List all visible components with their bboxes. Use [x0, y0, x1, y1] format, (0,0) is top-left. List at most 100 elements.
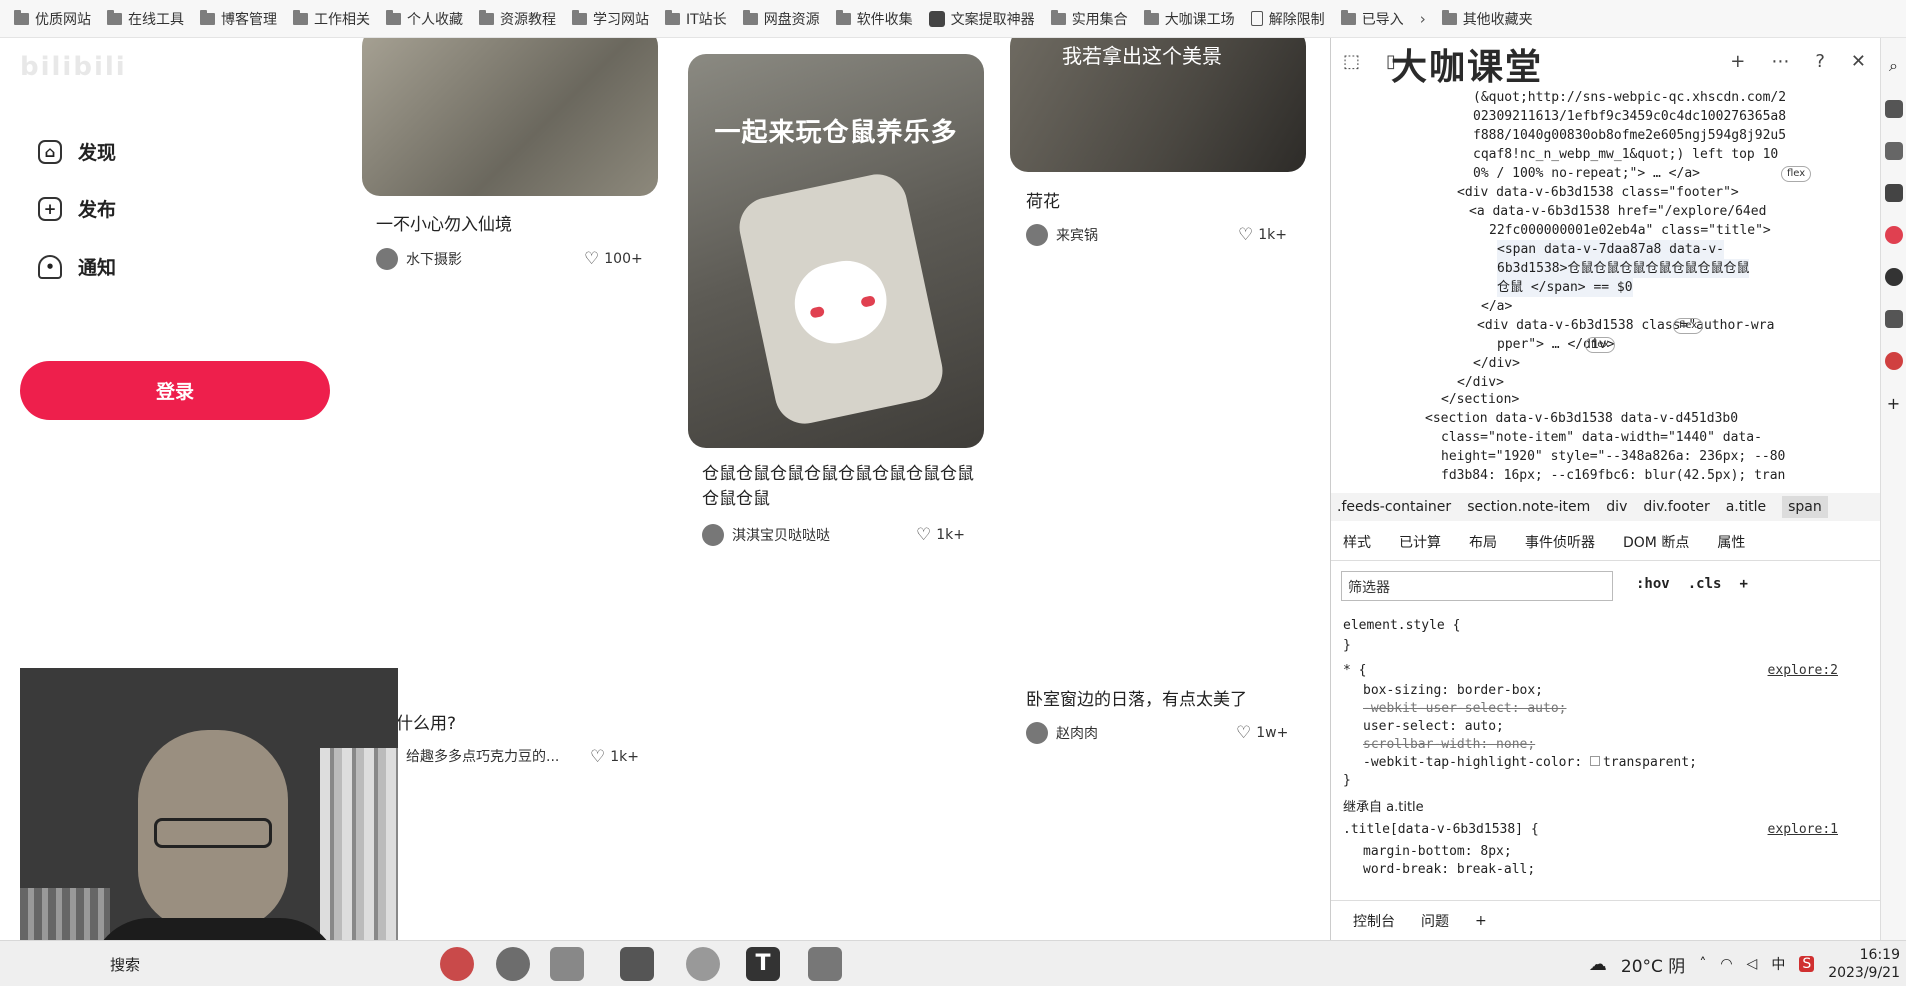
app-icon[interactable]	[1884, 100, 1903, 118]
note-cover-image[interactable]: 一起来玩仓鼠养乐多	[688, 54, 984, 448]
bookmark-item[interactable]: 文案提取神器	[921, 4, 1043, 34]
flex-badge[interactable]: flex	[1585, 337, 1616, 353]
app-icon[interactable]	[550, 947, 584, 981]
app-icon[interactable]	[440, 947, 474, 981]
like-button[interactable]: ♡ 1k+	[590, 747, 639, 767]
cls-toggle[interactable]: .cls	[1688, 576, 1722, 592]
styles-tab[interactable]: 样式	[1343, 532, 1371, 552]
bookmark-item[interactable]: 学习网站	[564, 4, 657, 34]
sidebar-item-notify[interactable]: • 通知	[38, 253, 116, 280]
css-prop[interactable]: margin-bottom: 8px;	[1363, 844, 1512, 859]
search-icon[interactable]: ⌕	[1889, 56, 1898, 76]
browser-icon[interactable]	[496, 947, 530, 981]
site-logo[interactable]: bilibili	[20, 52, 127, 82]
styles-tab[interactable]: 布局	[1469, 532, 1497, 552]
bookmark-item[interactable]: 解除限制	[1243, 4, 1333, 34]
note-title[interactable]: 仓鼠仓鼠仓鼠仓鼠仓鼠仓鼠仓鼠仓鼠仓鼠仓鼠	[702, 462, 982, 512]
styles-tab[interactable]: 事件侦听器	[1525, 532, 1595, 552]
dom-node-line[interactable]: 22fc000000001e02eb4a" class="title">	[1489, 221, 1771, 240]
dom-node-line[interactable]: 仓鼠 </span> == $0	[1497, 278, 1633, 297]
login-button[interactable]: 登录	[20, 361, 330, 420]
bookmark-item[interactable]: 资源教程	[471, 4, 564, 34]
folder-icon[interactable]	[808, 947, 842, 981]
dom-node-line[interactable]: (&quot;http://sns-webpic-qc.xhscdn.com/2	[1473, 88, 1786, 107]
new-rule-icon[interactable]: +	[1739, 576, 1747, 592]
other-bookmarks[interactable]: 其他收藏夹	[1434, 4, 1541, 34]
bookmark-item[interactable]: 在线工具	[99, 4, 192, 34]
bookmark-item[interactable]: 软件收集	[828, 4, 921, 34]
network-icon[interactable]: ◠	[1720, 956, 1732, 972]
note-cover-image[interactable]	[362, 38, 658, 196]
note-title[interactable]: 卧室窗边的日落，有点太美了	[1026, 688, 1247, 713]
add-tab-icon[interactable]: +	[1730, 51, 1745, 72]
styles-tab[interactable]: 属性	[1717, 532, 1745, 552]
dom-node-line[interactable]: <span data-v-7daa87a8 data-v-	[1497, 240, 1724, 259]
dom-node-line[interactable]: </section>	[1441, 390, 1519, 409]
css-selector[interactable]: element.style {	[1343, 618, 1460, 633]
flex-badge[interactable]: flex	[1781, 166, 1812, 182]
volume-icon[interactable]: ◁	[1747, 956, 1758, 972]
color-swatch[interactable]	[1589, 756, 1600, 766]
dom-node-line[interactable]: <div data-v-6b3d1538 class="footer">	[1457, 183, 1739, 202]
css-prop[interactable]: word-break: break-all;	[1363, 862, 1535, 877]
bookmark-item[interactable]: 网盘资源	[735, 4, 828, 34]
like-button[interactable]: ♡ 1k+	[916, 525, 965, 545]
more-icon[interactable]: ⋯	[1771, 51, 1789, 72]
text-editor-icon[interactable]: T	[746, 947, 780, 981]
breadcrumb-item[interactable]: span	[1782, 496, 1828, 518]
sidebar-item-publish[interactable]: + 发布	[38, 195, 116, 222]
bookmark-item[interactable]: 博客管理	[192, 4, 285, 34]
app-icon[interactable]	[1884, 310, 1903, 328]
breadcrumb-item[interactable]: section.note-item	[1467, 499, 1590, 515]
chevron-right-icon[interactable]: ›	[1412, 10, 1434, 28]
app-icon[interactable]	[1884, 184, 1903, 202]
note-title[interactable]: 荷花	[1026, 190, 1060, 215]
bookmark-item[interactable]: 工作相关	[285, 4, 378, 34]
app-icon[interactable]	[620, 947, 654, 981]
app-tray-icon[interactable]: S	[1799, 956, 1815, 972]
app-icon[interactable]	[1884, 226, 1903, 244]
ime-indicator[interactable]: 中	[1771, 954, 1785, 974]
bookmark-item[interactable]: IT站长	[657, 4, 735, 34]
styles-tab[interactable]: DOM 断点	[1623, 532, 1689, 552]
add-icon[interactable]: +	[1887, 394, 1900, 413]
app-icon[interactable]	[1884, 352, 1903, 370]
hov-toggle[interactable]: :hov	[1636, 576, 1670, 592]
weather[interactable]: 20°C 阴	[1621, 952, 1685, 977]
app-icon[interactable]	[1884, 142, 1903, 160]
note-author[interactable]: 淇淇宝贝哒哒哒	[702, 524, 830, 546]
help-icon[interactable]: ?	[1815, 51, 1825, 72]
inherited-selector[interactable]: a.title	[1386, 800, 1424, 815]
dom-node-line[interactable]: cqaf8!nc_n_webp_mw_1&quot;) left top 10	[1473, 145, 1778, 164]
close-icon[interactable]: ✕	[1851, 51, 1866, 72]
breadcrumb-item[interactable]: div.footer	[1643, 499, 1709, 515]
like-button[interactable]: ♡ 1w+	[1236, 723, 1288, 743]
css-selector[interactable]: * {	[1343, 663, 1366, 678]
search-label[interactable]: 搜索	[110, 954, 140, 975]
app-icon[interactable]	[686, 947, 720, 981]
dom-node-line[interactable]: 02309211613/1efbf9c3459c0c4dc100276365a8	[1473, 107, 1786, 126]
chevron-up-icon[interactable]: ˄	[1699, 956, 1706, 972]
dom-node-line[interactable]: <section data-v-6b3d1538 data-v-d451d3b0	[1425, 409, 1738, 428]
bookmark-item[interactable]: 优质网站	[6, 4, 99, 34]
dom-node-line[interactable]: </div>	[1473, 354, 1520, 373]
clock[interactable]: 16:19 2023/9/21	[1828, 946, 1900, 982]
note-author[interactable]: 水下摄影	[376, 248, 462, 270]
css-prop[interactable]: -webkit-tap-highlight-color: transparent…	[1363, 755, 1697, 770]
styles-tab[interactable]: 已计算	[1399, 532, 1441, 552]
note-author[interactable]: 来宾锅	[1026, 224, 1098, 246]
bookmark-item[interactable]: 实用集合	[1043, 4, 1136, 34]
note-cover-image[interactable]: 我若拿出这个美景	[1010, 38, 1306, 172]
dom-node-line[interactable]: <a data-v-6b3d1538 href="/explore/64ed	[1469, 202, 1766, 221]
sidebar-item-discover[interactable]: ⌂ 发现	[38, 138, 116, 165]
css-source-link[interactable]: explore:2	[1768, 663, 1838, 678]
css-source-link[interactable]: explore:1	[1768, 822, 1838, 837]
bookmark-item[interactable]: 已导入	[1333, 4, 1412, 34]
dom-node-line[interactable]: </a>	[1481, 297, 1512, 316]
tab-console[interactable]: 控制台	[1353, 911, 1395, 931]
dom-node-line[interactable]: class="note-item" data-width="1440" data…	[1441, 428, 1762, 447]
flex-badge[interactable]: flex	[1673, 318, 1704, 334]
bookmark-item[interactable]: 个人收藏	[378, 4, 471, 34]
app-icon[interactable]	[1884, 268, 1903, 286]
breadcrumb-item[interactable]: div	[1606, 499, 1627, 515]
